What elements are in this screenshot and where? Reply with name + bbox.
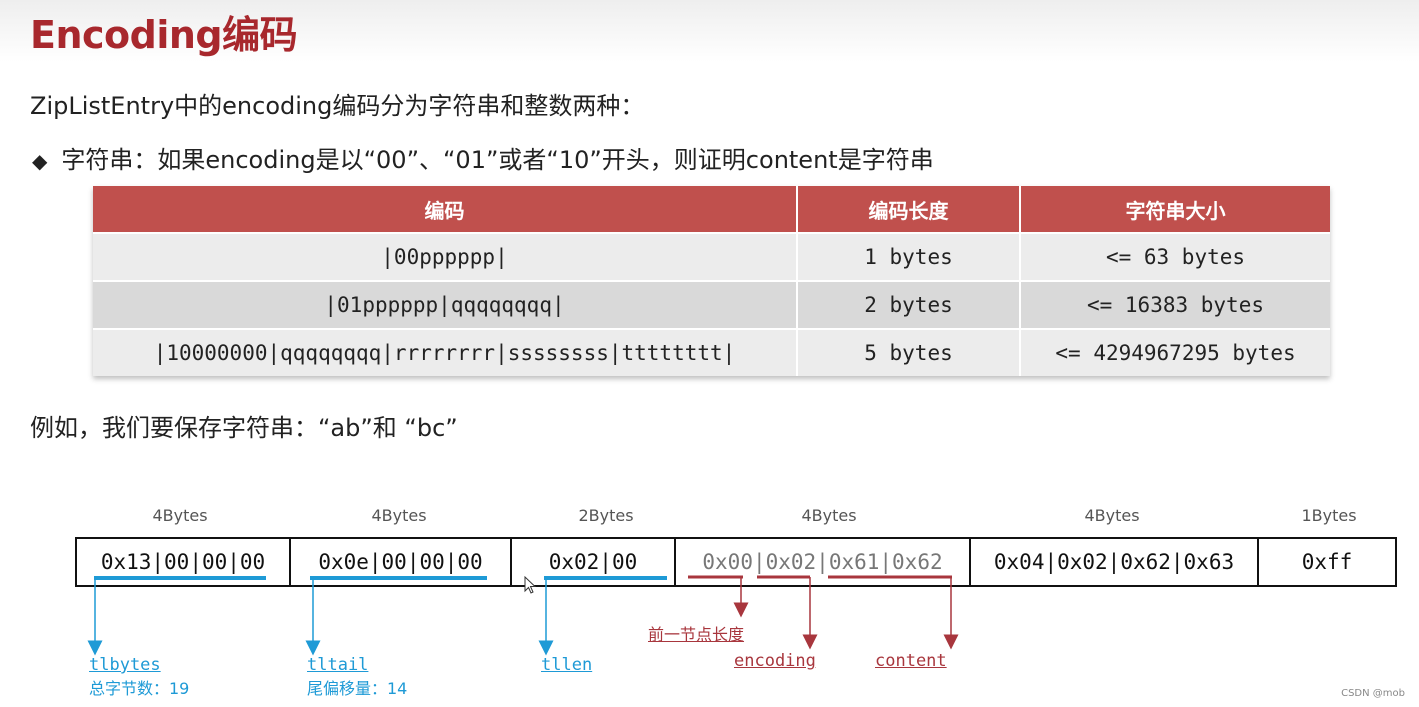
mouse-cursor-icon: [524, 576, 536, 594]
annotation-lines: [87, 575, 959, 656]
tlbytes-label: tlbytes: [89, 655, 161, 675]
prev-len-label: 前一节点长度: [648, 625, 745, 644]
tltail-label: tltail: [307, 655, 369, 675]
content-label: content: [875, 651, 947, 671]
tlbytes-description: 总字节数：19: [89, 679, 190, 698]
watermark: CSDN @mob: [1341, 688, 1405, 699]
tltail-description: 尾偏移量：14: [307, 679, 408, 698]
encoding-label: encoding: [734, 651, 816, 671]
tllen-label: tllen: [541, 655, 593, 675]
